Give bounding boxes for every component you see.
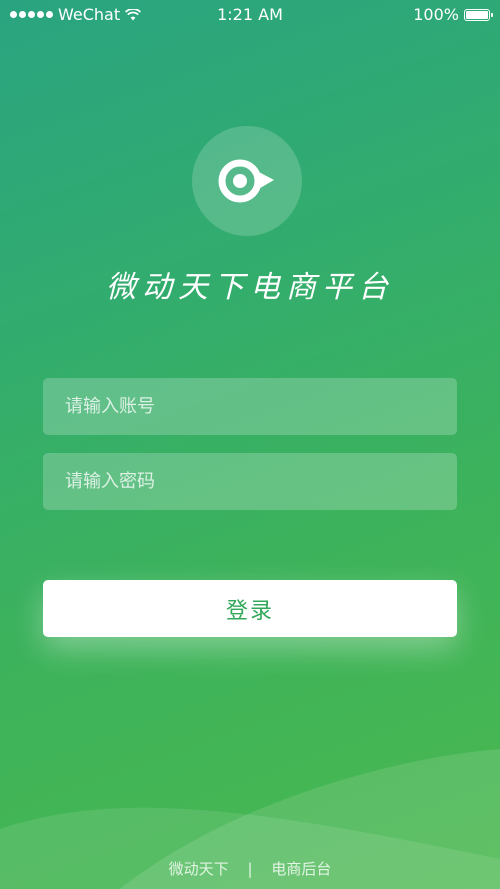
footer-separator: |	[247, 860, 253, 878]
login-button[interactable]: 登录	[43, 580, 457, 637]
account-input[interactable]	[63, 395, 437, 418]
chat-bubble-eye-icon	[218, 159, 274, 203]
battery-icon	[464, 8, 493, 21]
footer: 微动天下 | 电商后台	[0, 858, 500, 879]
app-logo	[192, 126, 302, 236]
status-bar: WeChat 1:21 AM 100%	[0, 0, 500, 30]
status-right: 100%	[413, 5, 493, 24]
battery-percent: 100%	[413, 5, 459, 24]
footer-right: 电商后台	[271, 860, 332, 878]
password-field[interactable]	[43, 453, 457, 510]
footer-left: 微动天下	[168, 860, 229, 878]
password-input[interactable]	[63, 470, 437, 493]
battery-fill	[466, 10, 488, 19]
app-title: 微动天下电商平台	[106, 270, 394, 305]
account-field[interactable]	[43, 378, 457, 435]
